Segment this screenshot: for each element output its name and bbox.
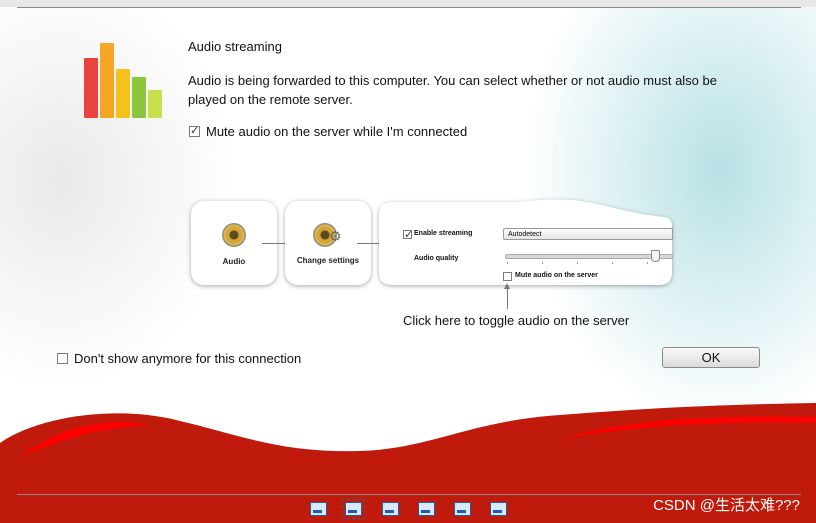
quality-slider[interactable]	[505, 254, 673, 259]
speaker-icon	[222, 223, 246, 247]
settings-step-label: Change settings	[296, 256, 360, 265]
hint-text: Click here to toggle audio on the server	[403, 313, 630, 328]
pointer-line	[507, 287, 508, 309]
logo-bar-2	[100, 43, 114, 118]
mute-audio-checkbox[interactable]	[189, 124, 200, 137]
quality-slider-thumb[interactable]	[651, 250, 660, 262]
send-icon[interactable]	[454, 502, 471, 516]
mute-server-checkbox[interactable]	[503, 272, 512, 281]
dialog-description: Audio is being forwarded to this compute…	[188, 73, 717, 107]
fit-icon[interactable]	[418, 502, 435, 516]
audio-quality-label: Audio quality	[414, 255, 459, 262]
slider-tick	[507, 262, 508, 264]
watermark-text: CSDN @生活太难???	[653, 497, 800, 514]
top-divider	[17, 7, 801, 8]
dialog-title: Audio streaming	[188, 39, 282, 54]
title-strip	[0, 0, 816, 7]
enable-streaming-label: Enable streaming	[414, 230, 473, 237]
fullscreen-icon[interactable]	[342, 499, 365, 519]
settings-icon[interactable]	[490, 502, 507, 516]
dont-show-checkbox[interactable]	[57, 353, 68, 364]
mute-audio-label[interactable]: Mute audio on the server while I'm conne…	[206, 124, 467, 139]
logo-bar-3	[116, 69, 130, 118]
window-icon[interactable]	[310, 502, 327, 516]
enable-streaming-checkbox[interactable]	[403, 228, 413, 241]
quality-select[interactable]: Autodetect	[503, 228, 673, 240]
logo-bar-1	[84, 58, 98, 118]
keyboard-icon[interactable]	[382, 502, 399, 516]
mute-server-label: Mute audio on the server	[515, 272, 598, 279]
audio-bars-icon	[84, 43, 164, 118]
slider-tick	[612, 262, 613, 264]
gear-icon: ⚙	[329, 228, 342, 244]
pointer-arrow-icon	[504, 283, 510, 289]
logo-bar-5	[148, 90, 162, 118]
slider-tick	[542, 262, 543, 264]
slider-tick	[647, 262, 648, 264]
ok-button[interactable]: OK	[662, 347, 760, 368]
logo-bar-4	[132, 77, 146, 118]
dont-show-label[interactable]: Don't show anymore for this connection	[74, 351, 301, 366]
audio-step-label: Audio	[222, 257, 246, 266]
slider-tick	[577, 262, 578, 264]
